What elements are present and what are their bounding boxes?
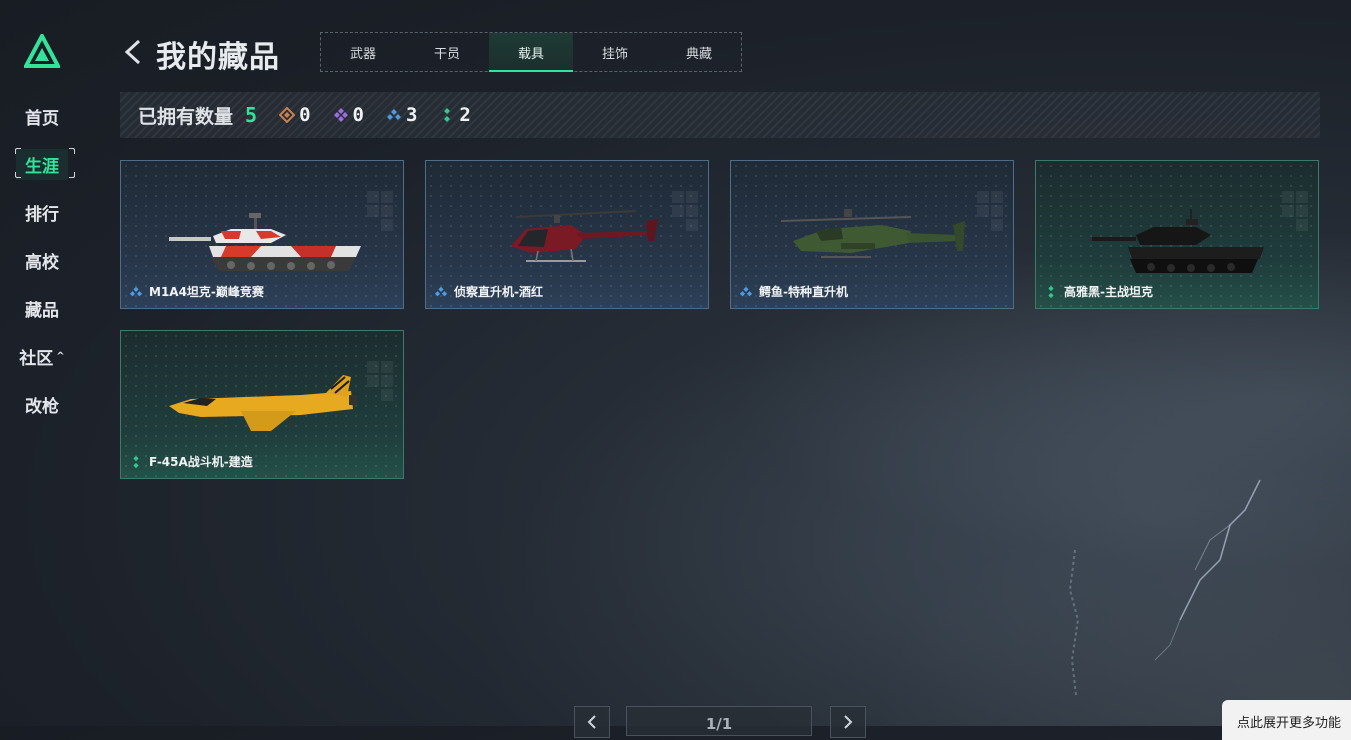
sidebar-item-label: 生涯 bbox=[16, 148, 68, 180]
vehicle-name: 鳄鱼-特种直升机 bbox=[739, 283, 848, 300]
sidebar-item-label: 社区 bbox=[19, 348, 54, 369]
blue-diamond-icon bbox=[386, 109, 401, 120]
next-page-button[interactable] bbox=[830, 706, 866, 738]
sidebar-item-community[interactable]: 社区 ^ bbox=[0, 332, 84, 380]
rarity-count-value: 0 bbox=[352, 104, 364, 126]
vehicle-card[interactable]: F-45A战斗机-建造 bbox=[120, 330, 404, 479]
blue-diamond-icon bbox=[739, 286, 753, 296]
tab-weapons[interactable]: 武器 bbox=[321, 33, 405, 71]
tab-vehicles[interactable]: 载具 bbox=[489, 33, 573, 72]
vehicle-card[interactable]: M1A4坦克-巅峰竞赛 bbox=[120, 160, 404, 309]
blue-diamond-icon bbox=[129, 286, 143, 296]
vehicle-name: M1A4坦克-巅峰竞赛 bbox=[129, 283, 264, 300]
page-title: 我的藏品 bbox=[156, 40, 280, 75]
vehicle-card[interactable]: 高雅黑-主战坦克 bbox=[1035, 160, 1319, 309]
sidebar-item-collection[interactable]: 藏品 bbox=[0, 284, 84, 332]
page-indicator: 1/1 bbox=[626, 706, 812, 736]
chevron-up-icon: ^ bbox=[56, 350, 65, 362]
chevron-right-icon bbox=[844, 715, 853, 729]
orange-diamond-icon bbox=[279, 107, 296, 123]
tab-collection[interactable]: 典藏 bbox=[657, 33, 741, 71]
vehicle-name: 侦察直升机-酒红 bbox=[434, 283, 543, 300]
sidebar-item-label: 首页 bbox=[25, 108, 59, 129]
rarity-count-blue: 3 bbox=[386, 104, 417, 126]
tank-image bbox=[1092, 209, 1264, 273]
rarity-count-orange: 0 bbox=[279, 104, 311, 126]
helicopter-image bbox=[511, 210, 658, 262]
green-diamond-icon bbox=[444, 108, 451, 122]
rarity-count-value: 3 bbox=[405, 104, 418, 126]
sidebar-item-gunsmith[interactable]: 改枪 bbox=[0, 380, 84, 428]
sidebar-item-label: 排行 bbox=[25, 204, 59, 225]
rarity-count-purple: 0 bbox=[333, 104, 364, 126]
helicopter-image bbox=[780, 209, 965, 258]
tab-operators[interactable]: 干员 bbox=[405, 33, 489, 71]
sidebar-item-label: 藏品 bbox=[25, 300, 59, 321]
owned-summary-bar: 已拥有数量 5 0 0 3 2 bbox=[120, 92, 1320, 138]
tab-charms[interactable]: 挂饰 bbox=[573, 33, 657, 71]
fighter-jet-image bbox=[169, 375, 357, 431]
rarity-count-value: 2 bbox=[459, 104, 471, 126]
chevron-left-icon bbox=[587, 715, 596, 729]
owned-count-value: 5 bbox=[245, 103, 258, 127]
purple-diamond-icon bbox=[333, 108, 348, 122]
green-diamond-icon bbox=[1048, 285, 1054, 298]
sidebar-item-university[interactable]: 高校 bbox=[0, 236, 84, 284]
sidebar-item-career[interactable]: 生涯 bbox=[0, 140, 84, 188]
vehicle-name-label: 高雅黑-主战坦克 bbox=[1064, 285, 1153, 299]
lightning-decoration bbox=[1068, 479, 1261, 696]
sidebar-item-home[interactable]: 首页 bbox=[0, 92, 84, 140]
sidebar-item-label: 改枪 bbox=[25, 396, 59, 417]
rarity-count-green: 2 bbox=[439, 104, 471, 126]
sidebar-item-label: 高校 bbox=[25, 252, 59, 273]
sidebar-nav: 首页 生涯 排行 高校 藏品 社区 ^ 改枪 bbox=[0, 92, 84, 428]
vehicle-name: F-45A战斗机-建造 bbox=[129, 453, 253, 470]
rarity-count-value: 0 bbox=[299, 104, 311, 126]
category-tabs: 武器 干员 载具 挂饰 典藏 bbox=[320, 32, 742, 72]
vehicle-name-label: F-45A战斗机-建造 bbox=[149, 455, 253, 469]
back-arrow-icon[interactable] bbox=[121, 38, 143, 66]
blue-diamond-icon bbox=[434, 286, 448, 296]
expand-more-button[interactable]: 点此展开更多功能 bbox=[1222, 700, 1351, 740]
prev-page-button[interactable] bbox=[574, 706, 610, 738]
app-logo[interactable] bbox=[24, 34, 60, 68]
green-diamond-icon bbox=[133, 455, 139, 468]
vehicle-card[interactable]: 侦察直升机-酒红 bbox=[425, 160, 709, 309]
owned-count-label: 已拥有数量 bbox=[138, 105, 234, 128]
vehicle-name: 高雅黑-主战坦克 bbox=[1044, 283, 1153, 300]
vehicle-name-label: M1A4坦克-巅峰竞赛 bbox=[149, 285, 264, 299]
sidebar-item-ranking[interactable]: 排行 bbox=[0, 188, 84, 236]
tank-image bbox=[169, 213, 361, 271]
vehicle-name-label: 鳄鱼-特种直升机 bbox=[759, 285, 848, 299]
vehicle-name-label: 侦察直升机-酒红 bbox=[454, 285, 543, 299]
vehicle-card[interactable]: 鳄鱼-特种直升机 bbox=[730, 160, 1014, 309]
